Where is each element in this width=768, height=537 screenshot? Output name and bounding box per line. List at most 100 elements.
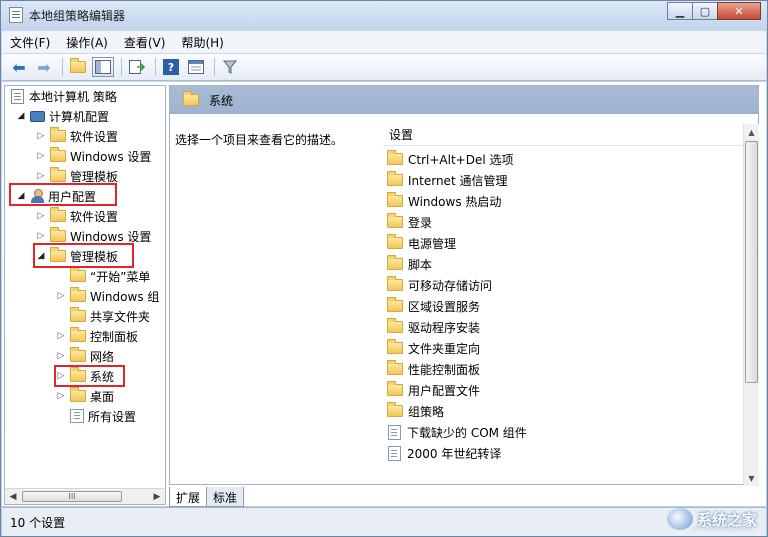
expand-arrow-icon[interactable]: ▷ xyxy=(55,391,67,401)
scrollbar-thumb[interactable]: III xyxy=(22,491,122,502)
folder-icon xyxy=(387,381,403,396)
list-item[interactable]: 电源管理 xyxy=(384,233,456,253)
list-item-label: Windows 热启动 xyxy=(408,194,502,209)
scroll-up-icon[interactable]: ▲ xyxy=(744,124,759,140)
menu-file[interactable]: 文件(F) xyxy=(10,34,50,51)
list-item[interactable]: 可移动存储访问 xyxy=(384,275,492,295)
tree-item-control-panel[interactable]: ▷ 控制面板 xyxy=(55,326,138,346)
forward-arrow-icon[interactable]: ➡ xyxy=(33,57,55,77)
watermark-emblem-icon xyxy=(666,508,693,530)
title-bar: 本地组策略编辑器 ▁ ▢ ✕ xyxy=(1,1,767,29)
column-header-label: 设置 xyxy=(389,128,414,142)
tree-item-desktop[interactable]: ▷ 桌面 xyxy=(55,386,114,406)
policy-document-icon xyxy=(11,88,24,104)
scroll-down-icon[interactable]: ▼ xyxy=(744,470,759,486)
status-bar: 10 个设置 xyxy=(2,507,766,536)
tree-item-root[interactable]: 本地计算机 策略 xyxy=(9,86,117,106)
folder-icon xyxy=(50,127,66,142)
list-item[interactable]: 2000 年世纪转译 xyxy=(384,443,501,463)
folder-icon xyxy=(50,147,66,162)
list-item[interactable]: Ctrl+Alt+Del 选项 xyxy=(384,149,513,169)
list-item-label: 电源管理 xyxy=(408,236,457,251)
description-text: 选择一个项目来查看它的描述。 xyxy=(175,133,344,147)
folder-icon xyxy=(70,327,86,342)
folder-icon xyxy=(70,307,86,322)
tree-label: 管理模板 xyxy=(70,169,119,184)
list-item[interactable]: 下载缺少的 COM 组件 xyxy=(384,422,527,442)
policy-setting-icon xyxy=(388,424,401,440)
folder-icon xyxy=(387,192,403,207)
list-item[interactable]: 用户配置文件 xyxy=(384,380,480,400)
list-item[interactable]: 文件夹重定向 xyxy=(384,338,480,358)
folder-icon xyxy=(387,276,403,291)
list-item[interactable]: 脚本 xyxy=(384,254,432,274)
tree-label: 软件设置 xyxy=(70,209,119,224)
tree-item-computer-windows[interactable]: ▷ Windows 设置 xyxy=(35,146,151,166)
tree-item-network[interactable]: ▷ 网络 xyxy=(55,346,114,366)
folder-icon xyxy=(387,360,403,375)
folder-icon xyxy=(387,213,403,228)
export-list-icon[interactable] xyxy=(126,57,148,77)
properties-icon[interactable] xyxy=(185,57,207,77)
tree-item-shared-folders[interactable]: 共享文件夹 xyxy=(55,306,150,326)
expand-arrow-icon[interactable]: ▷ xyxy=(35,151,47,161)
expand-arrow-icon[interactable]: ▷ xyxy=(55,331,67,341)
list-item[interactable]: Windows 热启动 xyxy=(384,191,501,211)
collapse-arrow-icon[interactable]: ◢ xyxy=(15,111,27,121)
list-item[interactable]: 性能控制面板 xyxy=(384,359,480,379)
toolbar-separator xyxy=(155,58,156,76)
tree-label: “开始”菜单 xyxy=(90,269,151,284)
tree-label: 共享文件夹 xyxy=(90,309,151,324)
list-item[interactable]: Internet 通信管理 xyxy=(384,170,507,190)
tree-item-start-menu[interactable]: “开始”菜单 xyxy=(55,266,150,286)
up-folder-icon[interactable] xyxy=(67,57,89,77)
window-title: 本地组策略编辑器 xyxy=(29,9,126,23)
filter-icon[interactable] xyxy=(219,57,241,77)
scroll-left-icon[interactable]: ◀ xyxy=(5,489,21,504)
list-item[interactable]: 登录 xyxy=(384,212,432,232)
back-arrow-icon[interactable]: ⬅ xyxy=(8,57,30,77)
list-item[interactable]: 驱动程序安装 xyxy=(384,317,480,337)
tree-label: 网络 xyxy=(90,349,115,364)
close-button[interactable]: ✕ xyxy=(717,2,761,20)
tree-item-windows-components[interactable]: ▷ Windows 组 xyxy=(55,286,159,306)
list-item-label: 组策略 xyxy=(408,404,445,419)
column-header-setting[interactable]: 设置 xyxy=(383,124,745,146)
menu-help[interactable]: 帮助(H) xyxy=(181,34,223,51)
help-icon[interactable]: ? xyxy=(160,57,182,77)
expand-arrow-icon[interactable]: ▷ xyxy=(35,171,47,181)
expand-arrow-icon[interactable]: ▷ xyxy=(35,211,47,221)
watermark-logo: 系统之家 XITONGZHIJIA.NET xyxy=(666,508,757,533)
menu-view[interactable]: 查看(V) xyxy=(124,34,166,51)
tab-standard[interactable]: 标准 xyxy=(206,487,245,507)
maximize-button[interactable]: ▢ xyxy=(692,2,718,20)
folder-icon xyxy=(387,234,403,249)
tree-item-computer-config[interactable]: ◢ 计算机配置 xyxy=(15,106,109,126)
show-hide-tree-icon[interactable] xyxy=(92,57,114,77)
minimize-button[interactable]: ▁ xyxy=(667,2,693,20)
tab-extended[interactable]: 扩展 xyxy=(169,487,208,507)
menu-action[interactable]: 操作(A) xyxy=(66,34,108,51)
list-item[interactable]: 区域设置服务 xyxy=(384,296,480,316)
tree-item-computer-software[interactable]: ▷ 软件设置 xyxy=(35,126,118,146)
tree-item-user-software[interactable]: ▷ 软件设置 xyxy=(35,206,118,226)
app-window: 本地组策略编辑器 ▁ ▢ ✕ 文件(F) 操作(A) 查看(V) 帮助(H) ⬅… xyxy=(0,0,768,537)
tree-label: Windows 设置 xyxy=(70,229,152,244)
expand-arrow-icon[interactable]: ▷ xyxy=(55,351,67,361)
folder-icon xyxy=(50,227,66,242)
list-item[interactable]: 组策略 xyxy=(384,401,444,421)
expand-arrow-icon[interactable]: ▷ xyxy=(55,291,67,301)
expand-arrow-icon[interactable]: ▷ xyxy=(35,231,47,241)
tree-label: 本地计算机 策略 xyxy=(29,89,117,104)
folder-icon xyxy=(387,297,403,312)
scrollbar-thumb[interactable] xyxy=(745,141,758,383)
window-controls: ▁ ▢ ✕ xyxy=(667,2,761,20)
scroll-right-icon[interactable]: ▶ xyxy=(149,489,165,504)
details-title: 系统 xyxy=(209,93,234,108)
list-vertical-scrollbar[interactable]: ▲ ▼ xyxy=(743,124,759,486)
list-item-label: 区域设置服务 xyxy=(408,299,481,314)
tree-horizontal-scrollbar[interactable]: ◀ III ▶ xyxy=(4,488,166,505)
folder-icon xyxy=(387,150,403,165)
tree-item-all-settings[interactable]: 所有设置 xyxy=(55,406,136,426)
expand-arrow-icon[interactable]: ▷ xyxy=(35,131,47,141)
